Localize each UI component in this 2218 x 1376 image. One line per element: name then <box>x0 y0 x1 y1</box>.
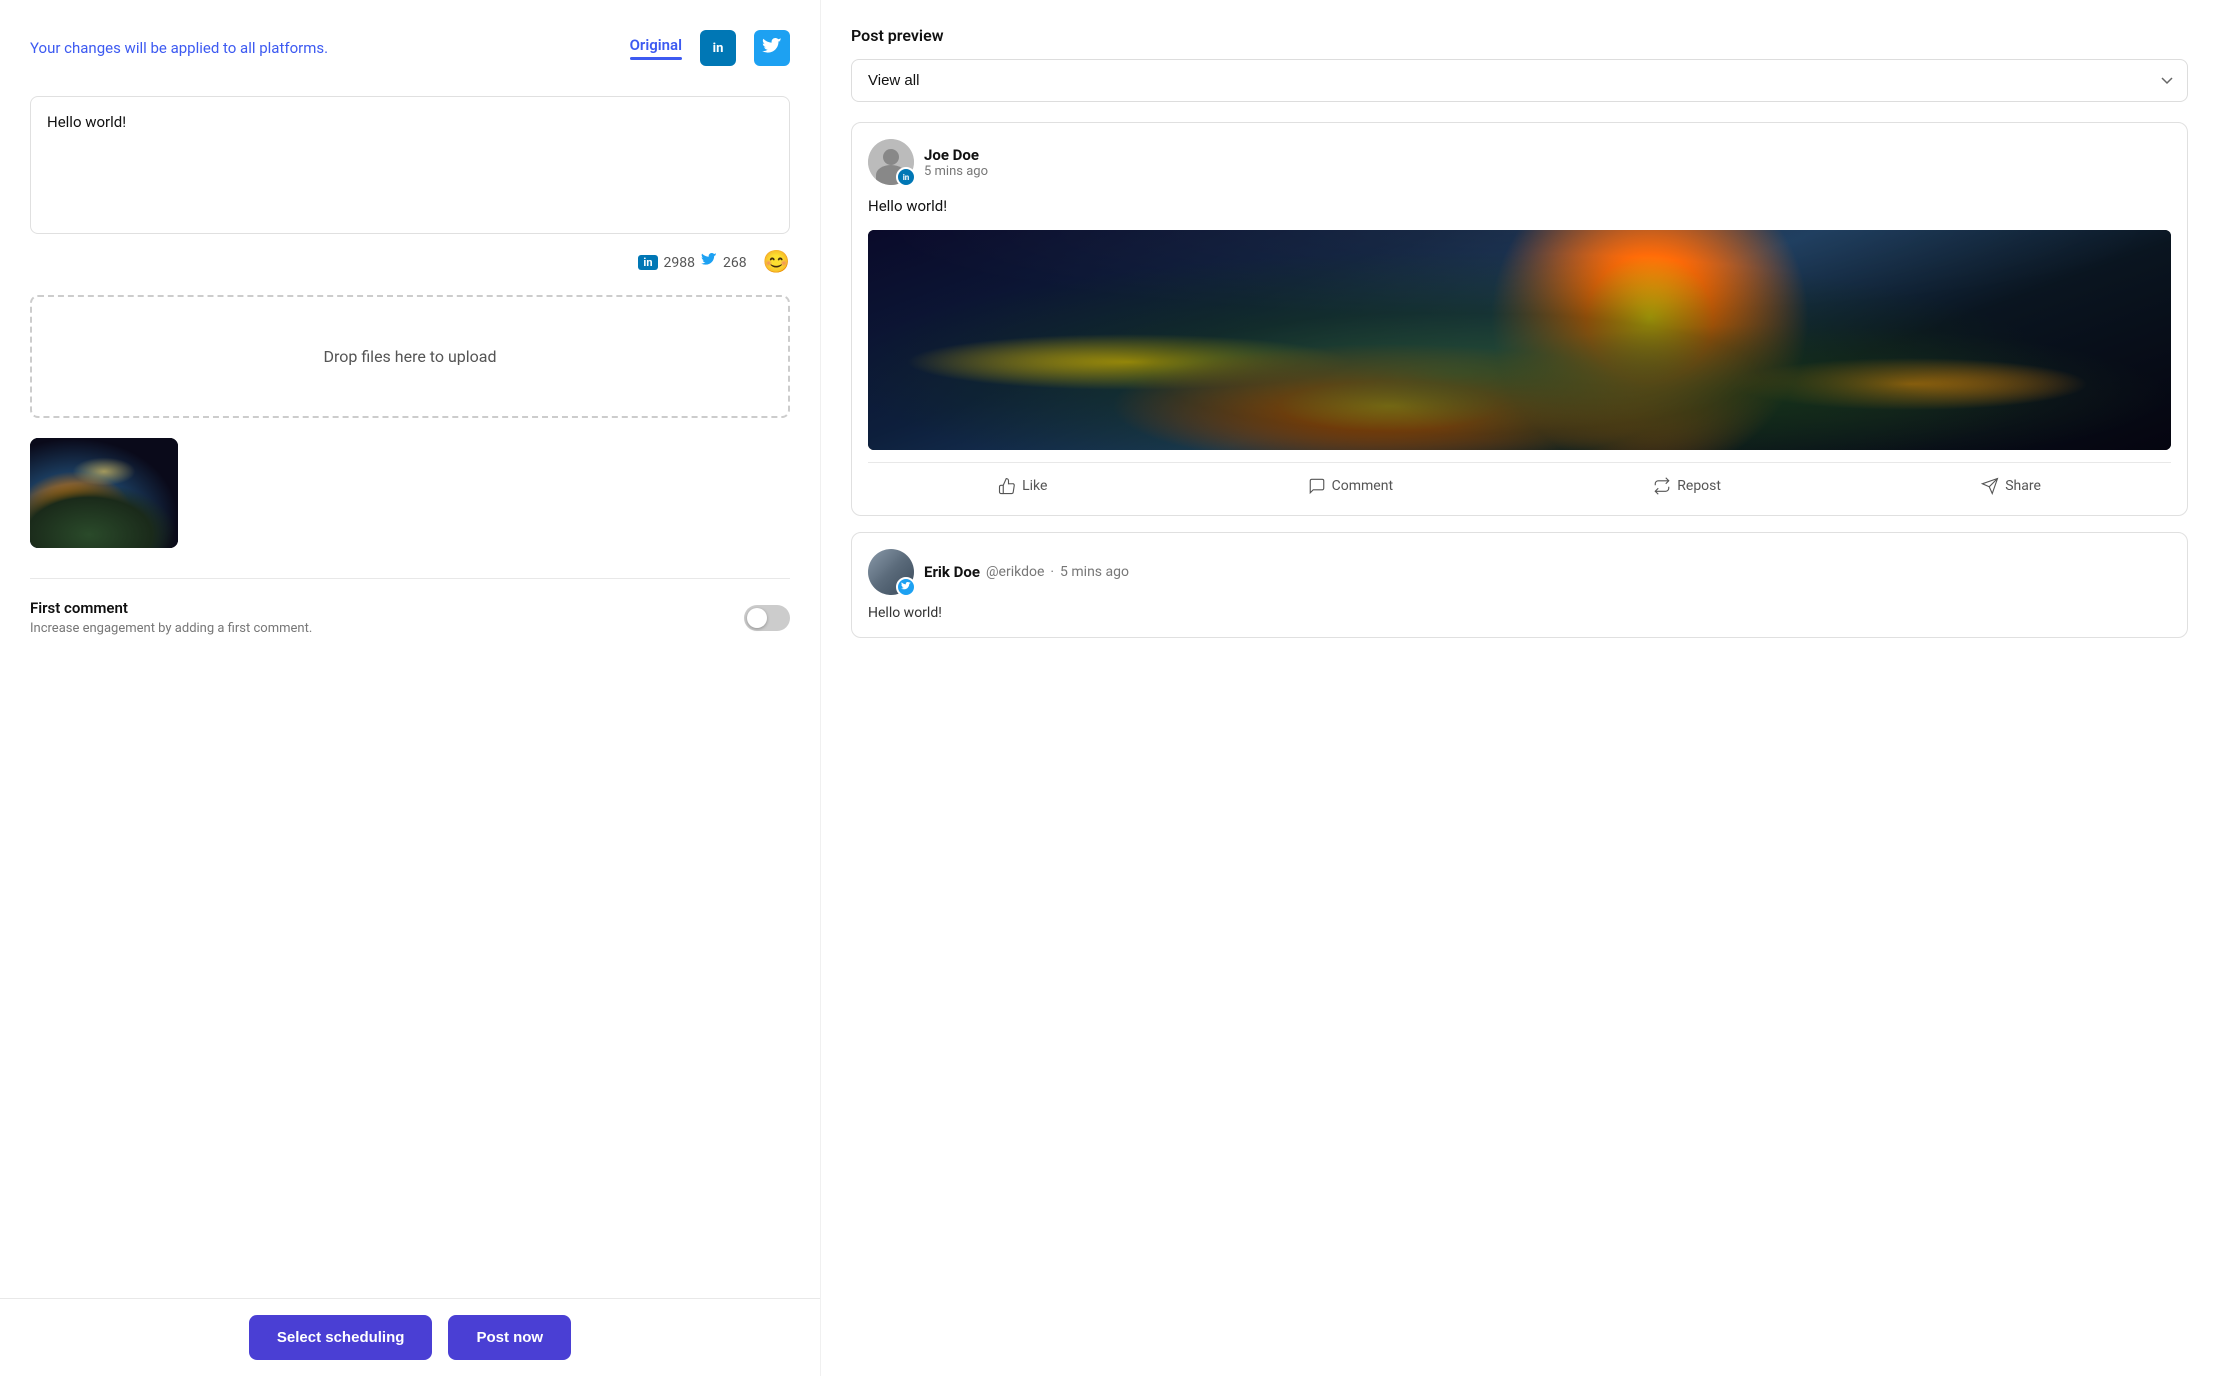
share-label: Share <box>2005 478 2041 494</box>
linkedin-avatar-wrap: in <box>868 139 914 185</box>
drop-zone-text: Drop files here to upload <box>323 347 496 366</box>
first-comment-description: Increase engagement by adding a first co… <box>30 621 312 636</box>
repost-label: Repost <box>1677 478 1721 494</box>
top-bar: Your changes will be applied to all plat… <box>30 30 790 66</box>
twitter-post-header: Erik Doe @erikdoe · 5 mins ago <box>868 549 2171 595</box>
linkedin-char-count: 2988 <box>664 255 695 271</box>
earth-image-visual <box>868 230 2171 450</box>
image-thumbnail[interactable] <box>30 438 178 548</box>
comment-label: Comment <box>1332 478 1393 494</box>
twitter-dot: · <box>1050 564 1054 580</box>
comment-icon <box>1308 477 1326 495</box>
first-comment-text: First comment Increase engagement by add… <box>30 599 312 636</box>
twitter-author-info: Erik Doe @erikdoe · 5 mins ago <box>924 563 1129 581</box>
comment-button[interactable]: Comment <box>1300 473 1401 499</box>
thumbnail-earth-image <box>30 438 178 548</box>
twitter-post-card: Erik Doe @erikdoe · 5 mins ago Hello wor… <box>851 532 2188 638</box>
post-editor: Hello world! <box>30 96 790 234</box>
changes-note: Your changes will be applied to all plat… <box>30 39 610 57</box>
select-scheduling-button[interactable]: Select scheduling <box>249 1315 433 1360</box>
twitter-post-time: 5 mins ago <box>1060 564 1129 580</box>
char-counts: in 2988 268 <box>638 253 746 273</box>
linkedin-platform-badge: in <box>896 167 916 187</box>
tab-original[interactable]: Original <box>630 36 682 60</box>
linkedin-badge: in <box>638 255 657 270</box>
tab-linkedin[interactable]: in <box>700 30 736 66</box>
linkedin-post-text: Hello world! <box>868 195 2171 218</box>
thumbnail-row <box>30 438 790 548</box>
emoji-button[interactable]: 😊 <box>763 250 790 275</box>
twitter-author-name: Erik Doe <box>924 563 980 581</box>
tabs: Original in <box>630 30 790 66</box>
post-now-button[interactable]: Post now <box>448 1315 571 1360</box>
like-button[interactable]: Like <box>990 473 1055 499</box>
first-comment-toggle[interactable] <box>744 605 790 631</box>
twitter-badge-icon <box>701 253 717 273</box>
twitter-handle: @erikdoe <box>986 564 1044 580</box>
drop-zone[interactable]: Drop files here to upload <box>30 295 790 418</box>
linkedin-author-name: Joe Doe <box>924 146 988 164</box>
post-preview-title: Post preview <box>851 26 2188 45</box>
bottom-actions: Select scheduling Post now <box>0 1298 820 1376</box>
linkedin-post-card: in Joe Doe 5 mins ago Hello world! Like … <box>851 122 2188 516</box>
twitter-author-row: Erik Doe @erikdoe · 5 mins ago <box>924 563 1129 581</box>
first-comment-section: First comment Increase engagement by add… <box>30 578 790 636</box>
like-icon <box>998 477 1016 495</box>
right-panel: Post preview View all in Joe Doe 5 mins … <box>820 0 2218 1376</box>
linkedin-post-time: 5 mins ago <box>924 164 988 179</box>
twitter-char-count: 268 <box>723 255 747 271</box>
repost-icon <box>1653 477 1671 495</box>
linkedin-author-info: Joe Doe 5 mins ago <box>924 146 988 179</box>
linkedin-post-image <box>868 230 2171 450</box>
twitter-platform-badge <box>896 577 916 597</box>
first-comment-header: First comment Increase engagement by add… <box>30 599 790 636</box>
share-button[interactable]: Share <box>1973 473 2049 499</box>
share-icon <box>1981 477 1999 495</box>
tab-twitter[interactable] <box>754 30 790 66</box>
view-all-select[interactable]: View all <box>851 59 2188 102</box>
repost-button[interactable]: Repost <box>1645 473 1729 499</box>
editor-footer: in 2988 268 😊 <box>30 250 790 275</box>
post-textarea[interactable]: Hello world! <box>47 113 773 213</box>
like-label: Like <box>1022 478 1047 494</box>
linkedin-post-header: in Joe Doe 5 mins ago <box>868 139 2171 185</box>
twitter-post-text: Hello world! <box>868 605 2171 621</box>
left-panel: Your changes will be applied to all plat… <box>0 0 820 1376</box>
twitter-avatar-wrap <box>868 549 914 595</box>
first-comment-title: First comment <box>30 599 312 617</box>
linkedin-post-actions: Like Comment Repost Share <box>868 462 2171 499</box>
